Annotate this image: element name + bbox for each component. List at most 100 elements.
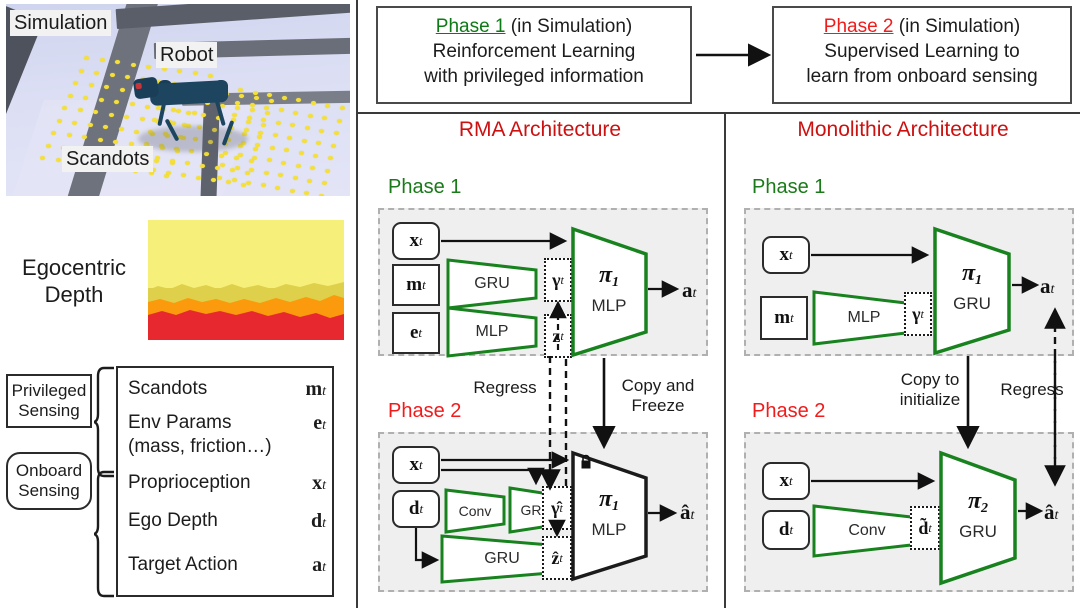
rma-p1-output-a: at [682,278,697,302]
rma-p1-encoder-mlp-label: MLP [475,323,509,340]
scandot [82,135,87,140]
scandot [83,95,88,100]
rma-architecture-title: RMA Architecture [458,118,622,141]
rma-p2-encoder-conv: Conv [444,488,506,534]
mono-note-copy-initialize-line1: Copy to [900,370,960,389]
mono-note-copy-initialize: Copy to initialize [880,370,980,410]
mono-phase1-tag: Phase 1 [752,176,826,198]
brace-onboard [94,470,114,598]
rma-p1-input-x: xt [392,222,440,260]
scandot [278,108,284,113]
rma-p2-latent-z-hat: ẑt [542,536,572,580]
legend-label: Proprioception [128,472,251,493]
legend-row: Proprioception xt [128,472,328,494]
privileged-sensing-line2: Sensing [18,401,80,420]
phase1-banner-line3: with privileged information [424,66,644,87]
scandot [292,176,298,180]
scandot [200,163,205,168]
mono-p2-policy: π2 GRU [938,450,1018,586]
privileged-sensing-line1: Privileged [11,381,87,400]
sensing-legend-box: Scandots mt Env Params et (mass, frictio… [116,366,334,597]
scandot [87,122,93,127]
mono-p2-latent-d-tilde: d̃ t [910,506,940,550]
egocentric-depth-label: Egocentric Depth [10,254,138,308]
mono-phase2-tag: Phase 2 [752,400,826,422]
phase2-banner-line2: Supervised Learning to [824,41,1020,62]
scandot [230,168,235,173]
scandot [260,183,266,188]
scandot [287,135,292,140]
scandot [196,175,201,180]
scandot [269,145,275,150]
scandot [307,178,312,183]
divider-architectures-vertical [724,113,726,608]
scandot [223,150,228,155]
scandot [275,120,281,125]
scandot [113,139,118,144]
robot-head [132,76,160,100]
lock-icon [581,454,591,469]
scandot [261,118,266,123]
scandot [321,181,327,186]
scandot [284,148,289,153]
scandot [45,143,51,148]
scandot [166,170,171,175]
scandot [304,126,310,130]
label-simulation: Simulation [10,10,112,36]
scandot [324,168,330,173]
scandot [265,110,270,115]
phase2-banner-line3: learn from onboard sensing [806,66,1038,87]
rma-p1-policy-name: π1 [598,262,620,291]
scandot [304,191,309,196]
rma-title-wrap: RMA Architecture [358,118,722,148]
scandot [290,123,295,128]
phase1-banner-head: Phase 1 [435,16,506,37]
scandot [204,151,209,156]
rma-p2-input-d: dt [392,490,440,528]
robot-model [130,66,250,152]
egocentric-depth-section: Egocentric Depth [6,202,350,352]
onboard-sensing-line2: Sensing [18,481,80,500]
scandot [62,106,67,110]
phase1-banner-line2: Reinforcement Learning [432,41,636,62]
scandot [88,83,94,88]
scandot [333,131,339,136]
scandot [211,178,216,182]
legend-symbol: et [313,412,326,434]
scandot [249,103,255,108]
scandot [258,130,263,135]
scandot [114,100,119,105]
scandot [325,103,330,108]
scandot [272,133,278,138]
scandot [226,180,231,185]
scandot [313,153,318,158]
scandot [301,138,307,143]
scandot [124,114,129,119]
rma-p1-encoder-mlp: MLP [446,306,538,358]
rma-p1-encoder-gru: GRU [446,258,538,310]
rma-note-copy-freeze: Copy and Freeze [608,376,708,416]
scandot [246,180,251,185]
mono-p1-policy-name: π1 [961,260,983,289]
rma-phase1-tag: Phase 1 [388,176,462,198]
scandot [220,163,225,167]
divider-left-vertical [356,0,358,608]
mono-p1-latent-gamma: γt [904,292,932,336]
rma-phase2-tag: Phase 2 [388,400,462,422]
mono-p1-encoder-mlp: MLP [812,290,916,346]
scandot [77,108,83,113]
mono-p1-output-a: at [1040,274,1055,298]
scandot [40,156,45,160]
scandot [109,72,115,77]
egocentric-depth-label-line2: Depth [44,282,104,307]
scandot [266,158,272,163]
scandot [275,185,280,190]
legend-label: Env Params [128,412,232,433]
scandot [97,137,103,142]
scandot [66,133,72,138]
scandot [281,160,286,165]
scandot [278,173,283,178]
rma-p1-encoder-gru-label: GRU [474,275,510,292]
monolithic-architecture-title: Monolithic Architecture [797,118,1009,141]
onboard-sensing-tag: Onboard Sensing [6,452,92,510]
